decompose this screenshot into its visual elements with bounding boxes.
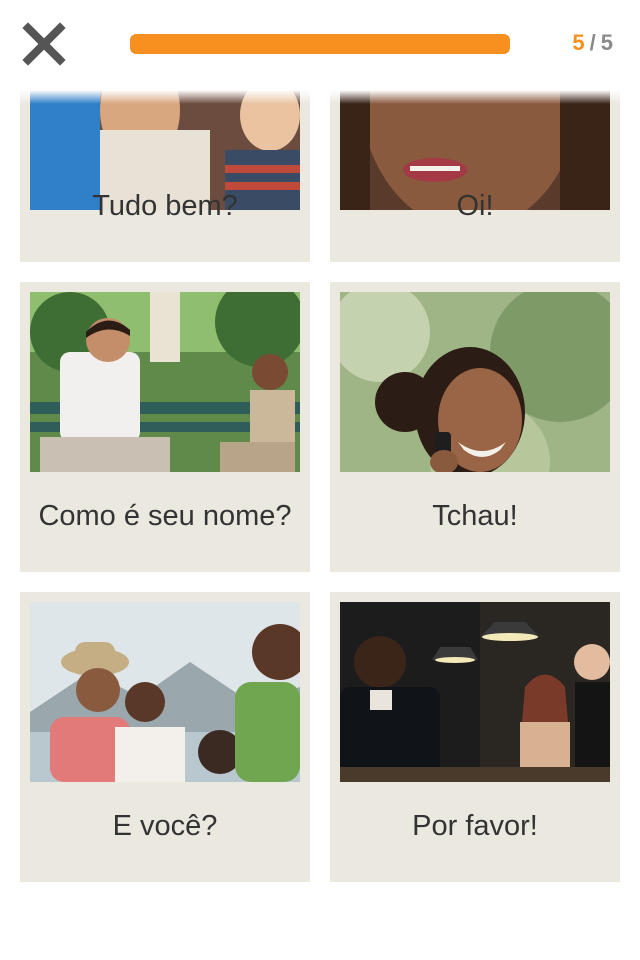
card-label: Tchau! [432,500,518,532]
card-photo [30,292,300,472]
card-photo [30,602,300,782]
card-photo [340,292,610,472]
card-label: Como é seu nome? [38,500,292,532]
progress-counter: 5/5 [572,30,614,56]
card-label: E você? [112,810,218,842]
phrase-card-tchau[interactable]: Tchau! [330,282,620,572]
counter-current: 5 [572,30,586,55]
phrase-card-e-voce[interactable]: E você? [20,592,310,882]
card-label: Oi! [456,190,494,222]
phrase-card-por-favor[interactable]: Por favor! [330,592,620,882]
card-label: Por favor! [412,810,538,842]
park-bench-photo-image [30,292,300,472]
woman-phone-photo-image [340,292,610,472]
counter-total: 5 [600,30,614,55]
bar-scene-photo-image [340,602,610,782]
family-waterfront-photo-image [30,602,300,782]
card-label: Tudo bem? [92,190,238,222]
scroll-fade [0,90,640,104]
phrase-card-como-e-seu-nome[interactable]: Como é seu nome? [20,282,310,572]
close-button[interactable] [22,22,66,66]
progress-bar [130,34,510,54]
top-bar: 5/5 [0,0,640,90]
card-photo [340,602,610,782]
progress-bar-fill [130,34,510,54]
close-x-icon [22,22,66,66]
counter-separator: / [589,30,597,55]
